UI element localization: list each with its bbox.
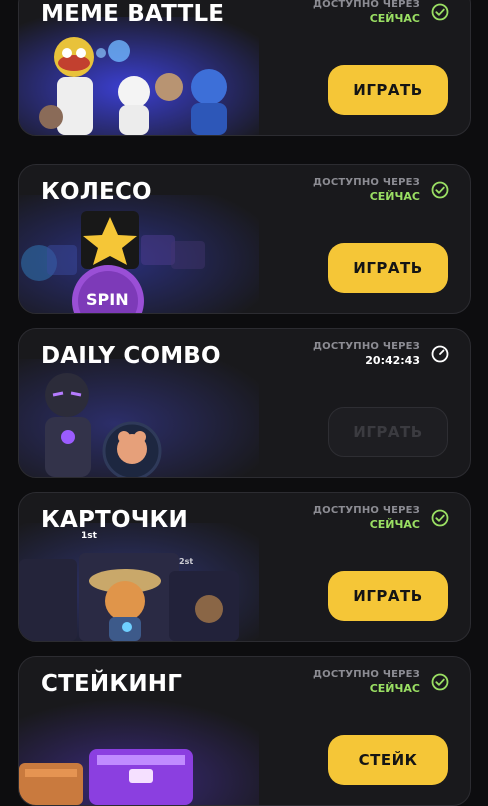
status-value: СЕЙЧАС xyxy=(369,682,420,695)
cards-illustration xyxy=(19,523,259,641)
card-title: СТЕЙКИНГ xyxy=(41,671,183,697)
play-button[interactable]: ИГРАТЬ xyxy=(328,65,448,115)
card-title: КАРТОЧКИ xyxy=(41,507,188,533)
play-button-disabled[interactable]: ИГРАТЬ xyxy=(328,407,448,457)
game-card-meme-battle: MEME BATTLE ДОСТУПНО ЧЕРЕЗ СЕЙЧАС ИГРАТЬ xyxy=(18,0,471,136)
card-title: MEME BATTLE xyxy=(41,1,225,27)
status-label: ДОСТУПНО ЧЕРЕЗ xyxy=(313,177,420,188)
game-card-staking: СТЕЙКИНГ ДОСТУПНО ЧЕРЕЗ СЕЙЧАС СТЕЙК xyxy=(18,656,471,806)
status-label: ДОСТУПНО ЧЕРЕЗ xyxy=(313,341,420,352)
availability-status: ДОСТУПНО ЧЕРЕЗ СЕЙЧАС xyxy=(313,504,420,532)
rank-second-label: 2st xyxy=(179,557,194,566)
spin-label: SPIN xyxy=(86,290,129,309)
availability-status: ДОСТУПНО ЧЕРЕЗ 20:42:43 xyxy=(313,340,420,368)
game-card-daily-combo: DAILY COMBO ДОСТУПНО ЧЕРЕЗ 20:42:43 ИГРА… xyxy=(18,328,471,478)
status-value: СЕЙЧАС xyxy=(369,518,420,531)
card-title: КОЛЕСО xyxy=(41,179,152,205)
timer-value: 20:42:43 xyxy=(365,354,420,367)
check-circle-icon xyxy=(431,673,449,691)
check-circle-icon xyxy=(431,181,449,199)
clock-icon xyxy=(431,345,449,363)
status-value: СЕЙЧАС xyxy=(369,190,420,203)
play-button[interactable]: ИГРАТЬ xyxy=(328,571,448,621)
wheel-illustration xyxy=(19,195,259,313)
availability-status: ДОСТУПНО ЧЕРЕЗ СЕЙЧАС xyxy=(313,668,420,696)
daily-combo-illustration xyxy=(19,359,259,477)
meme-battle-illustration xyxy=(19,17,259,135)
availability-status: ДОСТУПНО ЧЕРЕЗ СЕЙЧАС xyxy=(313,176,420,204)
staking-illustration xyxy=(19,687,259,805)
game-card-cards: 1st 2st КАРТОЧКИ ДОСТУПНО ЧЕРЕЗ СЕЙЧАС И… xyxy=(18,492,471,642)
status-value: СЕЙЧАС xyxy=(369,12,420,25)
stake-button[interactable]: СТЕЙК xyxy=(328,735,448,785)
status-label: ДОСТУПНО ЧЕРЕЗ xyxy=(313,669,420,680)
check-circle-icon xyxy=(431,3,449,21)
availability-status: ДОСТУПНО ЧЕРЕЗ СЕЙЧАС xyxy=(313,0,420,26)
status-label: ДОСТУПНО ЧЕРЕЗ xyxy=(313,505,420,516)
check-circle-icon xyxy=(431,509,449,527)
card-title: DAILY COMBO xyxy=(41,343,221,369)
play-button[interactable]: ИГРАТЬ xyxy=(328,243,448,293)
game-card-wheel: SPIN КОЛЕСО ДОСТУПНО ЧЕРЕЗ СЕЙЧАС ИГРАТЬ xyxy=(18,164,471,314)
status-label: ДОСТУПНО ЧЕРЕЗ xyxy=(313,0,420,10)
